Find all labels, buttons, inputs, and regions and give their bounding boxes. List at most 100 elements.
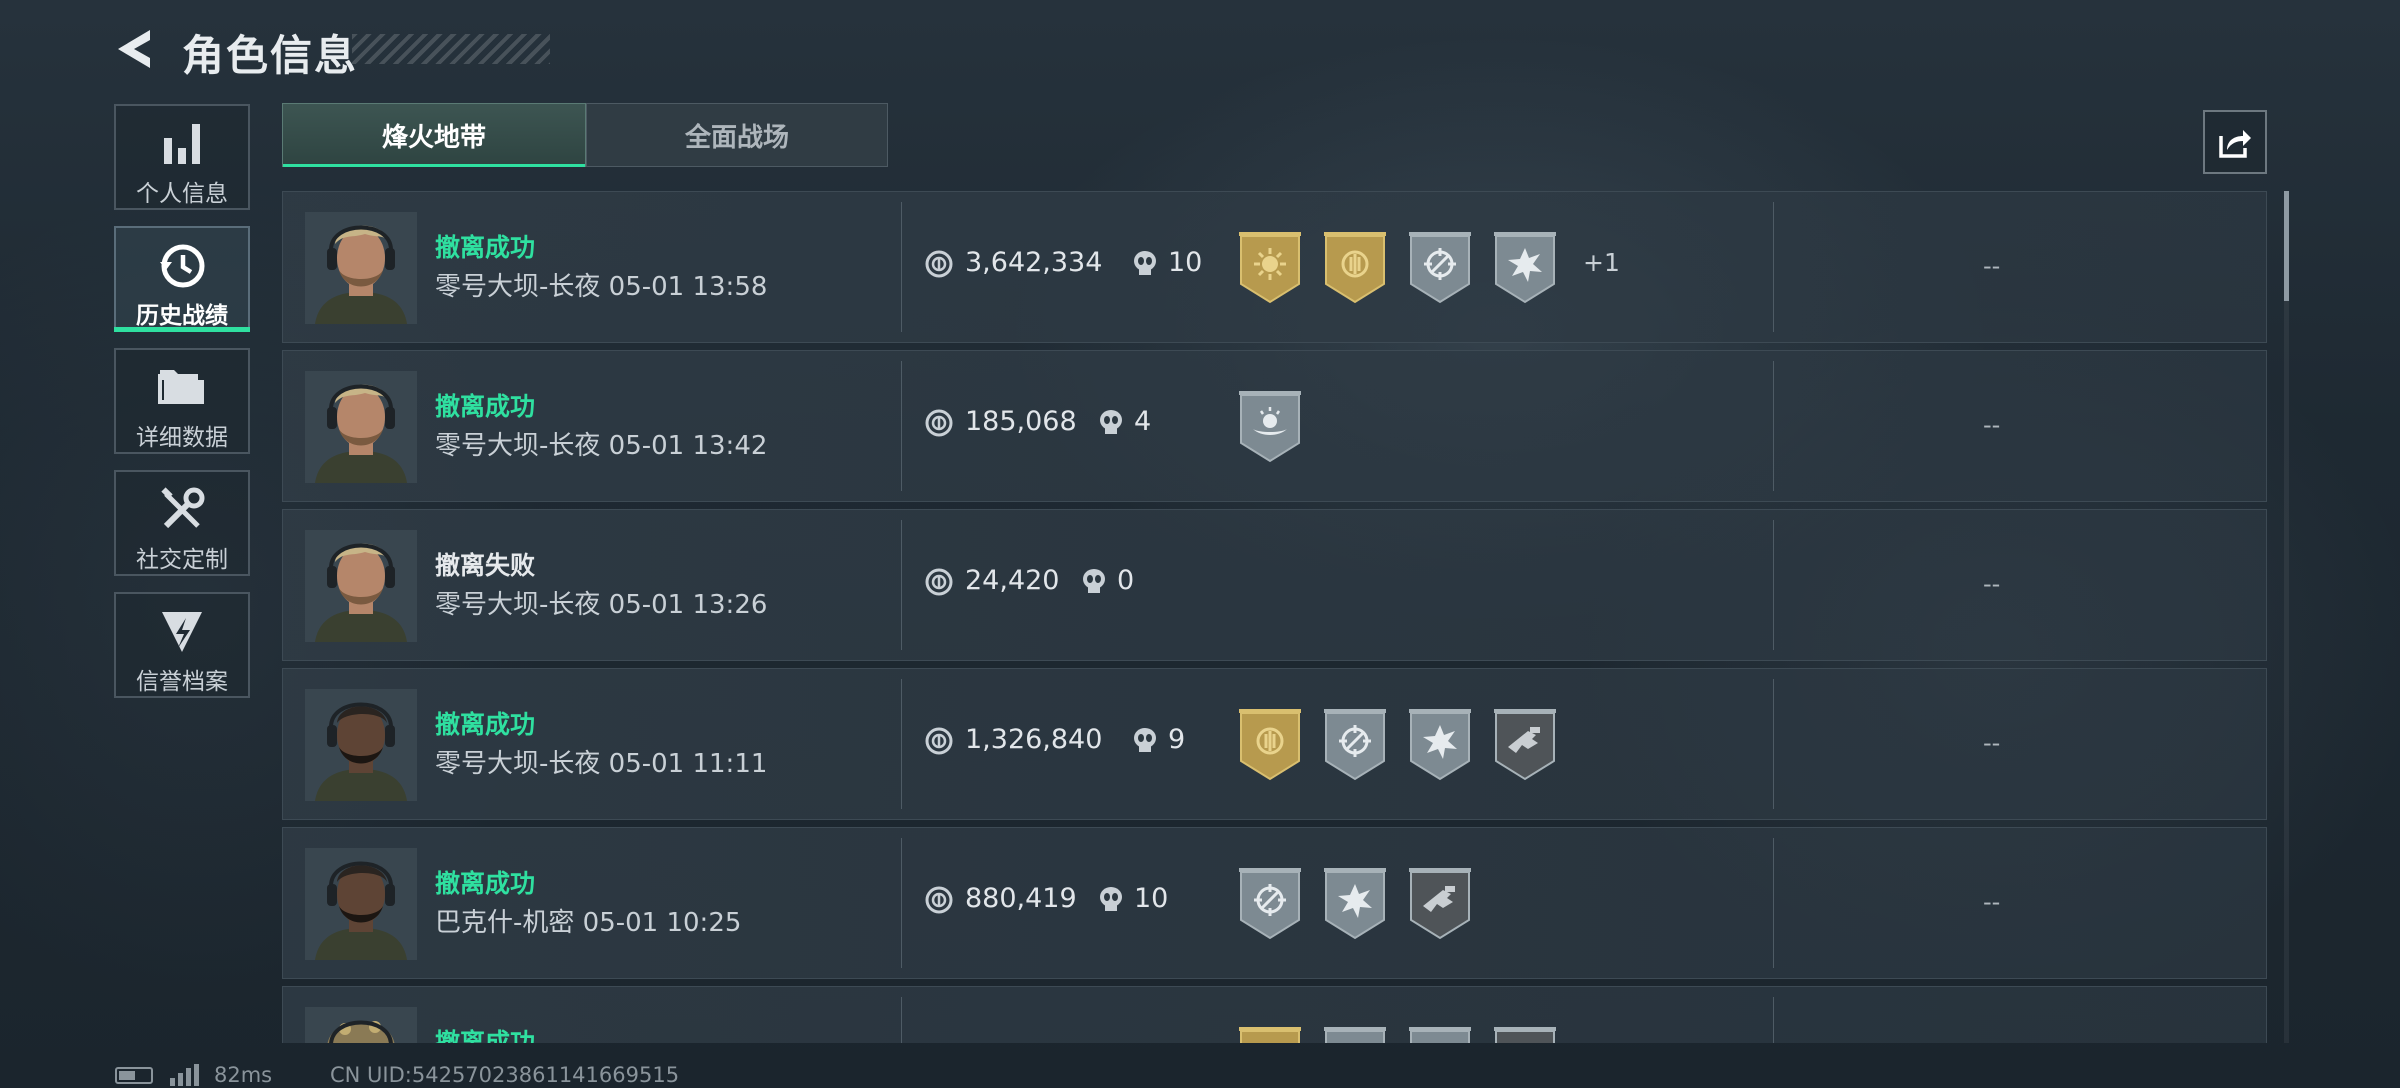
- extraction-status: 撤离成功: [435, 233, 536, 262]
- operator-avatar: [305, 212, 417, 324]
- loot-value: 185,068: [965, 406, 1077, 437]
- column-divider: [901, 361, 902, 491]
- extra-stat-placeholder: --: [1983, 888, 2001, 916]
- scrollbar[interactable]: [2284, 191, 2289, 1043]
- share-button[interactable]: [2203, 110, 2267, 174]
- match-record-row[interactable]: 撤离成功 零号大坝-长夜 05-01 11:11 1,326,840 9 --: [282, 668, 2267, 820]
- skull-icon: [1132, 250, 1158, 282]
- skull-icon: [1098, 409, 1124, 441]
- column-divider: [901, 520, 902, 650]
- operator-avatar: [305, 371, 417, 483]
- tab-fenghuo[interactable]: 烽火地带: [282, 103, 586, 167]
- map-name: 零号大坝-长夜: [435, 272, 601, 302]
- loot-value: 1,326,840: [965, 724, 1103, 755]
- explosion-badge-icon[interactable]: [1492, 230, 1558, 304]
- explosion-badge-icon[interactable]: [1407, 707, 1473, 781]
- weapon-dark-badge-icon[interactable]: [1407, 866, 1473, 940]
- map-name: 零号大坝-长夜: [435, 749, 601, 779]
- match-time: 05-01 13:58: [608, 272, 768, 302]
- match-time: 05-01 13:26: [608, 590, 768, 620]
- sidebar-item-2[interactable]: 历史战绩: [114, 226, 250, 332]
- title-decoration: [352, 34, 550, 64]
- match-record-row[interactable]: 撤离失败 零号大坝-长夜 05-01 13:26 24,420 0 --: [282, 509, 2267, 661]
- latency-text: 82ms: [214, 1063, 273, 1087]
- tab-label: 烽火地带: [381, 122, 486, 153]
- status-footer: 82ms CN UID:54257023861141669515: [0, 1062, 2400, 1088]
- crosshair-badge-icon[interactable]: [1237, 866, 1303, 940]
- extra-stat-placeholder: --: [1983, 570, 2001, 598]
- sidebar-item-3[interactable]: 详细数据: [114, 348, 250, 454]
- match-record-row[interactable]: 撤离成功零号大坝-长夜 05-01 13:58 3,642,334 10 +1 --: [282, 191, 2267, 343]
- loot-value: 3,642,334: [965, 247, 1103, 278]
- column-divider: [901, 997, 902, 1043]
- tab-quanmian[interactable]: 全面战场: [586, 103, 888, 167]
- column-divider: [901, 679, 902, 809]
- signal-icon: [170, 1064, 199, 1086]
- sidebar-item-5[interactable]: 信誉档案: [114, 592, 250, 698]
- extraction-status: 撤离成功: [435, 1028, 536, 1043]
- match-history-list[interactable]: 撤离成功 零号大坝-长夜 05-01 13:58 3,642,334 10 +1 -- 撤离…: [282, 191, 2268, 1043]
- history-clock-icon: [116, 240, 248, 292]
- weapon-dark-badge-icon[interactable]: [1492, 1025, 1558, 1043]
- operator-avatar: [305, 689, 417, 801]
- gold-emblem-badge-icon[interactable]: [1322, 230, 1388, 304]
- column-divider: [1773, 520, 1774, 650]
- page-title: 角色信息: [182, 31, 359, 80]
- sidebar-item-label: 详细数据: [136, 425, 228, 451]
- gold-sun-badge-icon[interactable]: [1237, 230, 1303, 304]
- crosshair-badge-icon[interactable]: [1322, 707, 1388, 781]
- explosion-badge-icon[interactable]: [1407, 1025, 1473, 1043]
- kill-count: 4: [1134, 406, 1152, 437]
- coin-icon: [925, 409, 953, 441]
- share-icon: [2219, 130, 2251, 158]
- extraction-status: 撤离成功: [435, 869, 536, 898]
- column-divider: [901, 838, 902, 968]
- sidebar-item-label: 历史战绩: [136, 303, 228, 329]
- crosshair-badge-icon[interactable]: [1407, 230, 1473, 304]
- kill-count: 10: [1168, 247, 1203, 278]
- skull-icon: [1132, 727, 1158, 759]
- match-record-row[interactable]: 撤离成功 零号大坝-长夜 05-01 13:42 185,068 4 --: [282, 350, 2267, 502]
- map-name: 巴克什-机密: [435, 908, 575, 938]
- extra-stat-placeholder: --: [1983, 411, 2001, 439]
- coin-icon: [925, 886, 953, 918]
- map-name: 零号大坝-长夜: [435, 590, 601, 620]
- skull-icon: [1081, 568, 1107, 600]
- sidebar-item-label: 个人信息: [136, 181, 228, 207]
- map-name: 零号大坝-长夜: [435, 431, 601, 461]
- column-divider: [1773, 838, 1774, 968]
- match-time: 05-01 13:42: [608, 431, 768, 461]
- tools-icon: [116, 484, 248, 536]
- back-button[interactable]: [110, 26, 160, 72]
- crosshair-badge-icon[interactable]: [1322, 1025, 1388, 1043]
- map-and-time: 零号大坝-长夜 05-01 13:58: [435, 266, 767, 303]
- map-and-time: 零号大坝-长夜 05-01 13:26: [435, 584, 767, 621]
- column-divider: [1773, 202, 1774, 332]
- map-and-time: 零号大坝-长夜 05-01 11:11: [435, 743, 767, 780]
- operator-avatar: [305, 848, 417, 960]
- sidebar-item-4[interactable]: 社交定制: [114, 470, 250, 576]
- coin-icon: [925, 250, 953, 282]
- sidebar-item-1[interactable]: 个人信息: [114, 104, 250, 210]
- extra-stat-placeholder: --: [1983, 252, 2001, 280]
- back-arrow-icon: [118, 30, 150, 68]
- match-record-row[interactable]: 撤离成功 巴克什-机密 05-01 10:25 880,419 10 --: [282, 827, 2267, 979]
- explosion-badge-icon[interactable]: [1322, 866, 1388, 940]
- kill-count: 0: [1117, 565, 1135, 596]
- more-badges-count: +1: [1583, 248, 1620, 277]
- match-record-row[interactable]: 撤离成功: [282, 986, 2267, 1043]
- operator-avatar: [305, 530, 417, 642]
- weapon-dark-badge-icon[interactable]: [1492, 707, 1558, 781]
- gold-emblem-badge-icon[interactable]: [1237, 707, 1303, 781]
- column-divider: [1773, 679, 1774, 809]
- folder-icon: [116, 362, 248, 414]
- kill-count: 9: [1168, 724, 1186, 755]
- loot-value: 880,419: [965, 883, 1077, 914]
- scrollbar-thumb[interactable]: [2284, 191, 2289, 301]
- hand-orb-badge-icon[interactable]: [1237, 389, 1303, 463]
- gold-emblem-badge-icon[interactable]: [1237, 1025, 1303, 1043]
- column-divider: [901, 202, 902, 332]
- coin-icon: [925, 727, 953, 759]
- coin-icon: [925, 568, 953, 600]
- map-and-time: 巴克什-机密 05-01 10:25: [435, 902, 741, 939]
